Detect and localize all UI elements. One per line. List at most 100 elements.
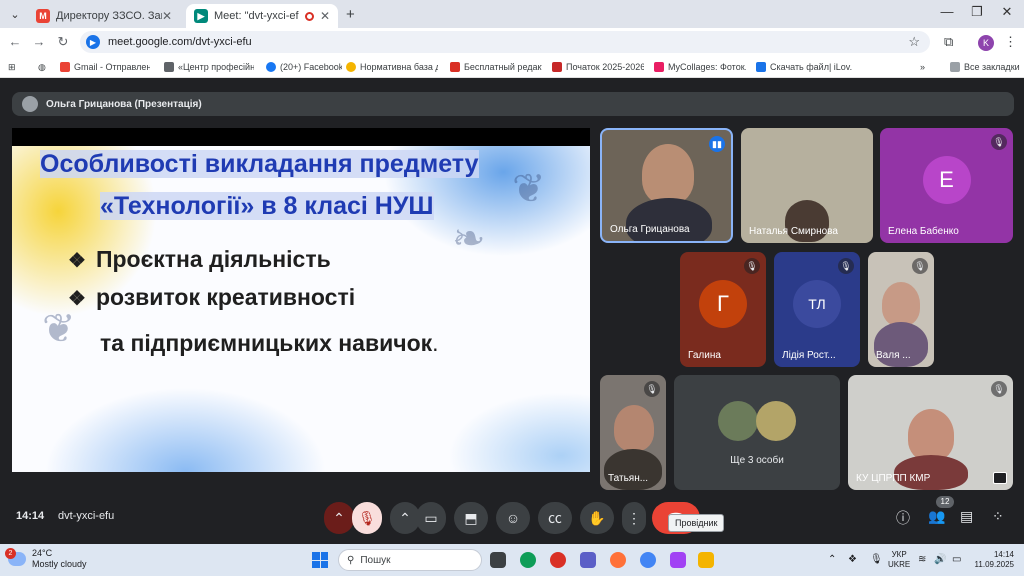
emoji-button[interactable]: ☺ xyxy=(496,502,530,534)
volume-icon[interactable]: 🔊 xyxy=(934,554,946,565)
copilot-icon[interactable] xyxy=(670,552,686,568)
globe-icon[interactable]: ◍ xyxy=(38,60,52,74)
participant-video xyxy=(642,144,694,204)
chevron-right-icon[interactable]: » xyxy=(920,60,934,74)
address-bar[interactable]: ▶ meet.google.com/dvt-yxci-efu ☆ xyxy=(80,31,930,53)
bookmark-item[interactable]: «Центр професійн... xyxy=(164,60,254,74)
system-clock[interactable]: 14:14 11.09.2025 xyxy=(968,550,1014,570)
bookmark-item[interactable]: (20+) Facebook xyxy=(266,60,342,74)
tab-title: Директору ЗЗСО. Запрошення xyxy=(56,10,162,22)
new-tab-button[interactable]: + xyxy=(346,6,355,23)
participant-tile[interactable]: 🎙 КУ ЦПРПП КМР xyxy=(848,375,1013,490)
people-icon[interactable]: 👥 xyxy=(928,508,945,525)
participant-tile[interactable]: E 🎙 Елена Бабенко xyxy=(880,128,1013,243)
bookmark-item[interactable]: Скачать файл| iLov... xyxy=(756,60,852,74)
camera-button[interactable]: ▭ xyxy=(416,502,446,534)
chevron-up-icon[interactable]: ⌃ xyxy=(828,554,836,565)
start-button[interactable] xyxy=(312,552,328,568)
more-options-button[interactable]: ⋮ xyxy=(622,502,646,534)
teams-icon[interactable] xyxy=(580,552,596,568)
participant-tile[interactable]: 🎙 Валя ... xyxy=(868,252,934,367)
diamond-bullet-icon: ❖ xyxy=(68,250,86,272)
participant-name: Татьян... xyxy=(608,473,649,484)
participant-tile[interactable]: ТЛ 🎙 Лідія Рост... xyxy=(774,252,860,367)
bookmark-item[interactable]: Початок 2025-2026... xyxy=(552,60,644,74)
site-icon xyxy=(346,62,356,72)
participant-tile[interactable]: Г 🎙 Галина xyxy=(680,252,766,367)
heart-icon xyxy=(450,62,460,72)
bookmark-item[interactable]: Gmail - Отправлен... xyxy=(60,60,150,74)
file-explorer-icon[interactable] xyxy=(698,552,714,568)
more-participants-tile[interactable]: Ще 3 особи xyxy=(674,375,840,490)
extensions-icon[interactable]: ⧉ xyxy=(944,34,953,50)
mic-off-button[interactable]: 🎙 xyxy=(352,502,382,534)
restore-icon[interactable]: ❐ xyxy=(962,4,992,20)
profile-avatar[interactable]: K xyxy=(978,35,994,51)
presentation-frame[interactable]: ❦ ❧ ❦ Особливості викладання предмету «Т… xyxy=(12,128,590,472)
search-icon: ⚲ xyxy=(347,554,355,566)
mic-off-icon: 🎙 xyxy=(644,381,660,397)
participant-name: Лідія Рост... xyxy=(782,350,836,361)
battery-icon[interactable]: ▭ xyxy=(952,554,961,565)
participant-name: Елена Бабенко xyxy=(888,226,959,237)
tab-search-icon[interactable]: ⌄ xyxy=(6,5,24,23)
avatar: Г xyxy=(699,279,747,328)
participant-tile[interactable]: 🎙 Татьян... xyxy=(600,375,666,490)
mic-off-icon: 🎙 xyxy=(991,134,1007,150)
activities-icon[interactable]: ⁘ xyxy=(992,508,1004,525)
all-bookmarks[interactable]: Все закладки xyxy=(950,60,1020,74)
mic-off-icon: 🎙 xyxy=(838,258,854,274)
site-icon xyxy=(552,62,562,72)
present-button[interactable]: ⬒ xyxy=(454,502,488,534)
bookmark-item[interactable]: Бесплатный редакт... xyxy=(450,60,542,74)
meet-stage: Ольга Грицанова (Презентація) ❦ ❧ ❦ Особ… xyxy=(0,78,1024,544)
site-info-icon[interactable]: ▶ xyxy=(86,35,100,49)
chat-icon[interactable]: ▤ xyxy=(960,508,973,525)
tab-title: Meet: "dvt-yxci-efu" xyxy=(214,10,299,22)
tooltip: Провідник xyxy=(668,514,725,532)
reload-icon[interactable]: ↻ xyxy=(54,33,72,51)
notification-badge: 2 xyxy=(5,548,16,559)
heart-icon xyxy=(756,62,766,72)
bookmark-item[interactable]: MyCollages: Фоток... xyxy=(654,60,746,74)
raise-hand-button[interactable]: ✋ xyxy=(580,502,614,534)
dropbox-icon[interactable]: ❖ xyxy=(848,554,857,565)
firefox-icon[interactable] xyxy=(610,552,626,568)
tab-meet[interactable]: ▶ Meet: "dvt-yxci-efu" ✕ xyxy=(186,4,338,28)
taskbar-search[interactable]: ⚲ Пошук xyxy=(338,549,482,571)
bookmark-star-icon[interactable]: ☆ xyxy=(908,34,920,50)
close-icon[interactable]: ✕ xyxy=(320,9,330,23)
task-view-icon[interactable] xyxy=(490,552,506,568)
meet-controls: 14:14 dvt-yxci-efu ⌃ 🎙 ⌃ ▭ ⬒ ☺ ㏄ ✋ ⋮ ☎ П… xyxy=(0,496,1024,544)
captions-button[interactable]: ㏄ xyxy=(538,502,572,534)
minimize-icon[interactable]: — xyxy=(932,4,962,19)
close-window-icon[interactable]: ✕ xyxy=(992,4,1022,20)
participant-tile[interactable]: Наталья Смирнова xyxy=(741,128,873,243)
slide-title-line2: «Технології» в 8 класі НУШ xyxy=(100,192,434,220)
forward-icon[interactable]: → xyxy=(30,33,48,51)
participant-tile[interactable]: ▮▮ Ольга Грицанова xyxy=(600,128,733,243)
language-indicator[interactable]: УКР UKRE xyxy=(888,550,910,570)
edge-icon[interactable] xyxy=(520,552,536,568)
folder-icon xyxy=(950,62,960,72)
mic-off-icon: 🎙 xyxy=(744,258,760,274)
chrome-icon[interactable] xyxy=(640,552,656,568)
microphone-icon[interactable]: 🎙 xyxy=(870,554,883,565)
mic-options-chevron-icon[interactable]: ⌃ xyxy=(324,502,354,534)
taskbar: 2 24°C Mostly cloudy ⚲ Пошук ⌃ ❖ 🎙 УКР U… xyxy=(0,544,1024,576)
back-icon[interactable]: ← xyxy=(6,33,24,51)
weather-condition: Mostly cloudy xyxy=(32,559,87,569)
apps-icon[interactable]: ⊞ xyxy=(8,60,22,74)
presenter-name: Ольга Грицанова (Презентація) xyxy=(46,98,202,110)
presenter-bar: Ольга Грицанова (Презентація) xyxy=(12,92,1014,116)
wifi-icon[interactable]: ≋ xyxy=(918,554,926,565)
bookmark-item[interactable]: Нормативна база д... xyxy=(346,60,438,74)
avatar: E xyxy=(922,155,971,204)
tab-gmail[interactable]: M Директору ЗЗСО. Запрошення ✕ xyxy=(28,4,180,28)
presentation-slide: ❦ ❧ ❦ Особливості викладання предмету «Т… xyxy=(12,146,590,472)
info-icon[interactable]: ⓘ xyxy=(896,508,910,528)
weather-widget[interactable]: 2 24°C Mostly cloudy xyxy=(5,548,87,570)
opera-icon[interactable] xyxy=(550,552,566,568)
close-icon[interactable]: ✕ xyxy=(162,9,172,23)
menu-icon[interactable]: ⋮ xyxy=(1004,34,1017,50)
